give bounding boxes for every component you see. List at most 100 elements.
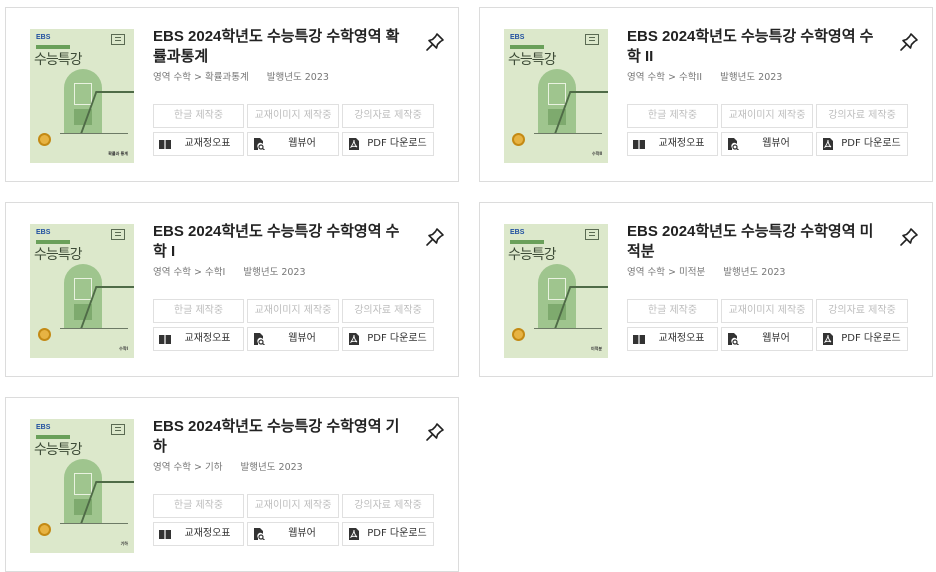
errata-button[interactable]: 교재정오표 bbox=[153, 132, 244, 156]
year-value: 2023 bbox=[758, 72, 783, 83]
cover-divider bbox=[534, 328, 602, 329]
cover-subject: 수학Ⅱ bbox=[592, 151, 602, 156]
book-images-button: 교재이미지 제작중 bbox=[247, 299, 339, 323]
hangul-file-button: 한글 제작중 bbox=[153, 299, 244, 323]
pdf-download-button[interactable]: PDF 다운로드 bbox=[342, 522, 434, 546]
cover-badge-icon bbox=[512, 328, 525, 341]
cover-brand: EBS bbox=[36, 424, 51, 431]
pin-icon[interactable] bbox=[424, 31, 446, 53]
errata-button[interactable]: 교재정오표 bbox=[153, 522, 244, 546]
book-cover-image[interactable]: EBS 수능특강 미적분 bbox=[504, 224, 608, 358]
book-card: EBS 수능특강 수학Ⅱ EBS 2024학년도 수능특강 수학영역 수학 II… bbox=[479, 7, 933, 182]
book-card: EBS 수능특강 미적분 EBS 2024학년도 수능특강 수학영역 미적분 영… bbox=[479, 202, 933, 377]
cover-title: 수능특강 bbox=[508, 52, 557, 68]
year-value: 2023 bbox=[278, 462, 303, 473]
pdf-download-button[interactable]: PDF 다운로드 bbox=[816, 327, 908, 351]
field-label: 영역 bbox=[153, 72, 171, 83]
year-label: 발행년도 bbox=[266, 72, 302, 83]
book-cover-image[interactable]: EBS 수능특강 수학Ⅱ bbox=[504, 29, 608, 163]
pdf-download-button[interactable]: PDF 다운로드 bbox=[342, 327, 434, 351]
cover-brand: EBS bbox=[36, 229, 51, 236]
year-value: 2023 bbox=[761, 267, 786, 278]
errata-label: 교재정오표 bbox=[184, 333, 231, 344]
cover-divider bbox=[60, 133, 128, 134]
hangul-file-button: 한글 제작중 bbox=[153, 104, 244, 128]
cover-badge-icon bbox=[38, 133, 51, 146]
pdf-icon bbox=[823, 333, 833, 345]
cover-brand: EBS bbox=[36, 34, 51, 41]
cover-divider bbox=[534, 133, 602, 134]
document-search-icon bbox=[254, 138, 265, 150]
book-meta: 영역 수학 > 미적분 발행년도 2023 bbox=[627, 264, 785, 278]
lecture-material-button: 강의자료 제작중 bbox=[342, 104, 434, 128]
cover-badge-icon bbox=[38, 523, 51, 536]
pdf-icon bbox=[349, 528, 359, 540]
pdf-download-label: PDF 다운로드 bbox=[367, 138, 427, 149]
book-images-button: 교재이미지 제작중 bbox=[721, 299, 813, 323]
book-meta: 영역 수학 > 수학II 발행년도 2023 bbox=[627, 69, 782, 83]
pdf-download-button[interactable]: PDF 다운로드 bbox=[816, 132, 908, 156]
pdf-download-label: PDF 다운로드 bbox=[841, 138, 901, 149]
pin-icon[interactable] bbox=[898, 226, 920, 248]
web-viewer-button[interactable]: 웹뷰어 bbox=[721, 132, 813, 156]
book-title[interactable]: EBS 2024학년도 수능특강 수학영역 미적분 bbox=[627, 222, 882, 262]
cover-brand: EBS bbox=[510, 34, 525, 41]
web-viewer-button[interactable]: 웹뷰어 bbox=[721, 327, 813, 351]
errata-label: 교재정오표 bbox=[184, 138, 231, 149]
cover-logo-icon bbox=[111, 424, 125, 435]
web-viewer-button[interactable]: 웹뷰어 bbox=[247, 132, 339, 156]
book-title[interactable]: EBS 2024학년도 수능특강 수학영역 수학 I bbox=[153, 222, 408, 262]
cover-subject: 확률과 통계 bbox=[108, 151, 128, 156]
pin-icon[interactable] bbox=[898, 31, 920, 53]
cover-logo-icon bbox=[585, 229, 599, 240]
cover-logo-icon bbox=[111, 34, 125, 45]
web-viewer-button[interactable]: 웹뷰어 bbox=[247, 522, 339, 546]
lecture-material-button: 강의자료 제작중 bbox=[342, 494, 434, 518]
errata-button[interactable]: 교재정오표 bbox=[627, 132, 718, 156]
errata-button[interactable]: 교재정오표 bbox=[627, 327, 718, 351]
field-label: 영역 bbox=[627, 267, 645, 278]
cover-divider bbox=[60, 523, 128, 524]
document-search-icon bbox=[254, 528, 265, 540]
hangul-file-button: 한글 제작중 bbox=[153, 494, 244, 518]
pdf-download-label: PDF 다운로드 bbox=[367, 333, 427, 344]
book-icon bbox=[159, 530, 171, 539]
cover-divider bbox=[60, 328, 128, 329]
book-meta: 영역 수학 > 기하 발행년도 2023 bbox=[153, 459, 303, 473]
field-label: 영역 bbox=[627, 72, 645, 83]
book-title[interactable]: EBS 2024학년도 수능특강 수학영역 수학 II bbox=[627, 27, 882, 67]
pin-icon[interactable] bbox=[424, 226, 446, 248]
book-title[interactable]: EBS 2024학년도 수능특강 수학영역 기하 bbox=[153, 417, 408, 457]
year-value: 2023 bbox=[304, 72, 329, 83]
errata-button[interactable]: 교재정오표 bbox=[153, 327, 244, 351]
pdf-download-label: PDF 다운로드 bbox=[841, 333, 901, 344]
hangul-file-button: 한글 제작중 bbox=[627, 299, 718, 323]
errata-label: 교재정오표 bbox=[184, 528, 231, 539]
book-cover-image[interactable]: EBS 수능특강 수학Ⅰ bbox=[30, 224, 134, 358]
field-label: 영역 bbox=[153, 267, 171, 278]
book-icon bbox=[159, 335, 171, 344]
book-card: EBS 수능특강 확률과 통계 EBS 2024학년도 수능특강 수학영역 확률… bbox=[5, 7, 459, 182]
document-search-icon bbox=[728, 138, 739, 150]
book-images-button: 교재이미지 제작중 bbox=[721, 104, 813, 128]
book-cover-image[interactable]: EBS 수능특강 기하 bbox=[30, 419, 134, 553]
cover-subject: 미적분 bbox=[590, 346, 602, 351]
web-viewer-button[interactable]: 웹뷰어 bbox=[247, 327, 339, 351]
book-title[interactable]: EBS 2024학년도 수능특강 수학영역 확률과통계 bbox=[153, 27, 408, 67]
cover-logo-icon bbox=[585, 34, 599, 45]
errata-label: 교재정오표 bbox=[658, 138, 705, 149]
book-cover-image[interactable]: EBS 수능특강 확률과 통계 bbox=[30, 29, 134, 163]
year-value: 2023 bbox=[281, 267, 306, 278]
web-viewer-label: 웹뷰어 bbox=[288, 333, 316, 344]
cover-brand: EBS bbox=[510, 229, 525, 236]
cover-badge-icon bbox=[512, 133, 525, 146]
document-search-icon bbox=[254, 333, 265, 345]
pin-icon[interactable] bbox=[424, 421, 446, 443]
cover-logo-icon bbox=[111, 229, 125, 240]
book-icon bbox=[633, 140, 645, 149]
pdf-download-label: PDF 다운로드 bbox=[367, 528, 427, 539]
book-icon bbox=[633, 335, 645, 344]
pdf-download-button[interactable]: PDF 다운로드 bbox=[342, 132, 434, 156]
lecture-material-button: 강의자료 제작중 bbox=[342, 299, 434, 323]
cover-subject: 수학Ⅰ bbox=[119, 346, 128, 351]
